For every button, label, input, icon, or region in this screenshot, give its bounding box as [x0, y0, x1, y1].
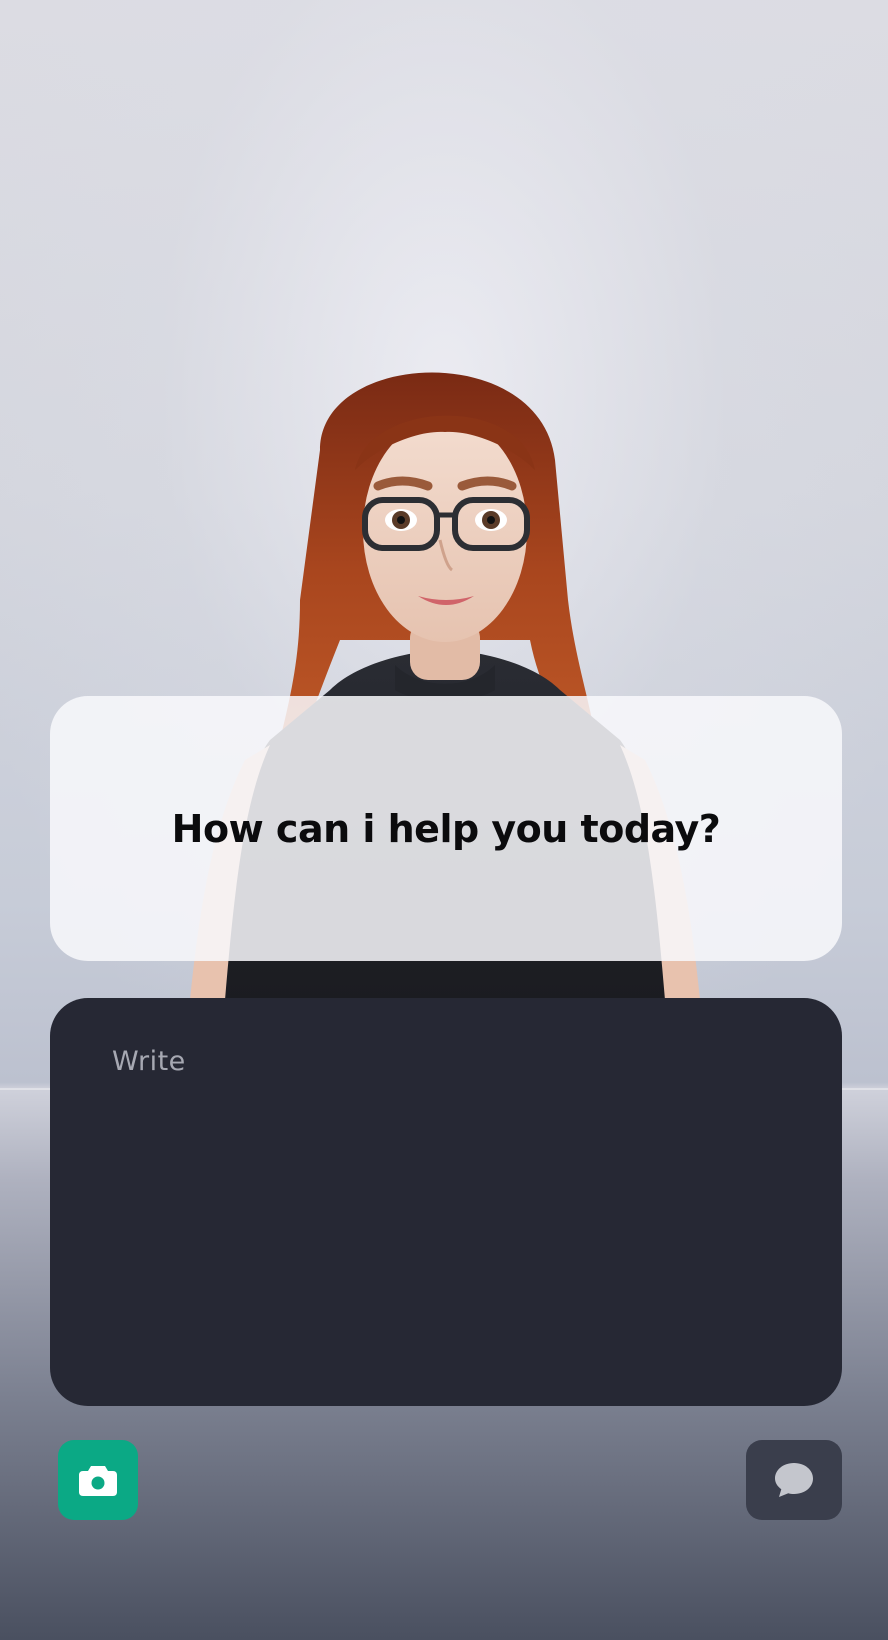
camera-button[interactable] [58, 1440, 138, 1520]
message-input[interactable] [50, 998, 842, 1406]
camera-icon [79, 1466, 117, 1496]
app-screen: How can i help you today? [0, 0, 888, 1640]
message-composer [50, 998, 842, 1406]
assistant-greeting-text: How can i help you today? [171, 806, 721, 851]
chat-bubble-icon [775, 1463, 813, 1497]
chat-toggle-button[interactable] [746, 1440, 842, 1520]
assistant-message-card: How can i help you today? [50, 696, 842, 961]
